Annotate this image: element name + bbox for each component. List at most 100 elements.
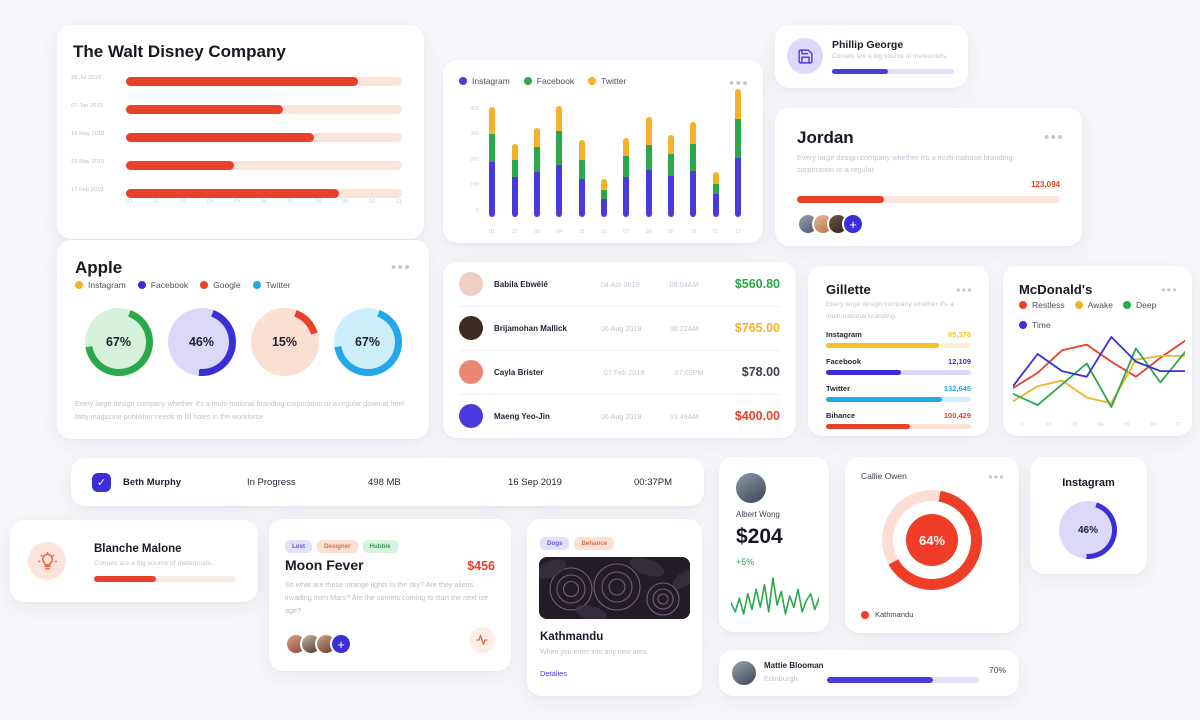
beth-status: In Progress xyxy=(247,476,296,488)
legend-label: Facebook xyxy=(150,280,189,290)
callie-title: Callie Owen xyxy=(861,471,907,481)
axis-tick: 05 xyxy=(1123,422,1130,428)
table-row[interactable]: Maeng Yeo-Jin 06 Aug 2019 03:49AM $400.0… xyxy=(443,394,796,438)
bar-segment xyxy=(489,162,496,217)
axis-tick: 09 xyxy=(341,199,349,205)
bar-column xyxy=(667,135,674,217)
metric-value: 65,376 xyxy=(948,330,971,339)
disney-bar-fill xyxy=(126,77,358,86)
legend-label: Twitter xyxy=(601,76,627,86)
tag[interactable]: Designer xyxy=(317,540,358,553)
jordan-progress-bar xyxy=(797,196,1060,203)
bar-segment xyxy=(690,171,697,217)
bar-chart-legend: Instagram Facebook Twitter xyxy=(459,76,626,86)
bar-column xyxy=(690,122,697,217)
transaction-name: Babila Ebwélé xyxy=(494,279,548,289)
axis-tick: 400 xyxy=(470,105,479,112)
table-row[interactable]: Brijamohan Mallick 06 Aug 2019 08:22AM $… xyxy=(443,306,796,350)
disney-bar-label: 16 May 2019 xyxy=(71,131,105,137)
activity-icon[interactable] xyxy=(469,627,495,653)
tag[interactable]: Lost xyxy=(285,540,313,553)
transaction-amount: $400.00 xyxy=(734,409,780,423)
transaction-time: 09:04AM xyxy=(669,279,699,289)
kathmandu-image xyxy=(539,557,690,619)
row-beth-murphy[interactable]: ✓ Beth Murphy In Progress 498 MB 16 Sep … xyxy=(71,458,704,506)
axis-tick: 200 xyxy=(470,156,479,163)
axis-tick: 09 xyxy=(667,229,674,235)
blanche-progress-bar xyxy=(94,576,236,582)
transaction-amount: $765.00 xyxy=(734,321,780,335)
checkbox-beth-murphy[interactable]: ✓ xyxy=(92,472,111,492)
bar-column xyxy=(712,172,719,217)
bar-segment xyxy=(533,127,540,147)
gillette-desc: Every large design company whether it's … xyxy=(826,301,954,320)
jordan-value: 123,094 xyxy=(1031,180,1060,189)
more-options-icon[interactable]: ••• xyxy=(391,260,411,275)
bar-segment xyxy=(600,190,607,200)
table-row[interactable]: Babila Ebwélé 04 Apr 2019 09:04AM $560.8… xyxy=(443,262,796,306)
axis-tick: 05 xyxy=(578,229,585,235)
bar-chart-x-axis: 01 02 03 04 05 06 07 08 09 10 11 12 xyxy=(481,229,749,235)
bar-column xyxy=(511,144,518,217)
tag[interactable]: Behance xyxy=(574,537,615,550)
card-walt-disney: The Walt Disney Company 28 Jul 2019 07 J… xyxy=(57,25,424,239)
axis-tick: 02 xyxy=(511,229,518,235)
bar-segment xyxy=(600,199,607,217)
avatar xyxy=(459,404,483,428)
legend-label: Time xyxy=(1032,320,1051,330)
more-options-icon[interactable]: ••• xyxy=(988,471,1005,483)
axis-tick: 0 xyxy=(476,208,479,214)
more-options-icon[interactable]: ••• xyxy=(956,284,973,296)
callie-legend: Kathmandu xyxy=(861,610,913,619)
kathmandu-details-link[interactable]: Detalies xyxy=(540,669,567,678)
line-series xyxy=(1013,336,1185,388)
apple-legend: Instagram Facebook Google Twitter xyxy=(75,280,291,290)
avatar xyxy=(459,360,483,384)
moon-title: Moon Fever xyxy=(285,557,364,573)
add-member-button[interactable]: + xyxy=(330,633,352,655)
bar-column xyxy=(734,89,741,217)
bar-segment xyxy=(712,172,719,184)
phillip-progress-fill xyxy=(832,69,889,74)
card-blanche-malone[interactable]: Blanche Malone Comets are a big source o… xyxy=(10,520,258,602)
avatar xyxy=(459,272,483,296)
tag[interactable]: Hubble xyxy=(362,540,398,553)
avatar[interactable] xyxy=(736,473,766,503)
legend-dot xyxy=(861,610,869,619)
bar-segment xyxy=(623,177,630,217)
tag[interactable]: Dogs xyxy=(540,537,570,550)
row-mattie-blooman[interactable]: Mattie Blooman Edinburgh 70% xyxy=(719,650,1019,696)
card-transactions: Babila Ebwélé 04 Apr 2019 09:04AM $560.8… xyxy=(443,262,796,438)
bar-segment xyxy=(734,89,741,119)
metric-fill xyxy=(826,370,902,375)
transaction-amount: $560.80 xyxy=(734,277,780,291)
card-gillette: Gillette ••• Every large design company … xyxy=(808,266,989,436)
gillette-metric: Bihance 100,429 xyxy=(826,411,971,429)
beth-time: 00:37PM xyxy=(634,476,673,488)
card-phillip-george[interactable]: Phillip George Comets are a big source o… xyxy=(775,25,968,88)
bar-segment xyxy=(645,145,652,170)
transaction-date: 07 Feb 2019 xyxy=(603,367,645,377)
save-icon xyxy=(787,38,823,74)
transaction-name: Cayla Brister xyxy=(494,367,544,377)
more-options-icon[interactable]: ••• xyxy=(1161,284,1178,296)
disney-bar-row: 23 May 2019 xyxy=(71,159,402,170)
metric-value: 132,645 xyxy=(943,384,971,393)
bar-segment xyxy=(533,172,540,217)
phillip-progress-bar xyxy=(832,69,954,74)
phillip-name: Phillip George xyxy=(832,39,904,51)
table-row[interactable]: Cayla Brister 07 Feb 2019 07:02PM $78.00 xyxy=(443,350,796,394)
disney-bar-row: 07 Jan 2019 xyxy=(71,103,402,114)
more-options-icon[interactable]: ••• xyxy=(1044,130,1064,145)
kathmandu-title: Kathmandu xyxy=(540,631,604,643)
page-title: The Walt Disney Company xyxy=(73,42,286,61)
legend-dot xyxy=(588,77,597,85)
disney-bar-fill xyxy=(126,133,314,142)
legend-dot xyxy=(137,281,146,289)
axis-tick: 06 xyxy=(1149,422,1156,428)
axis-tick: 03 xyxy=(1071,422,1078,428)
avatar[interactable] xyxy=(732,661,756,685)
apple-donut-value: 67% xyxy=(91,315,146,369)
beth-size: 498 MB xyxy=(368,476,401,488)
add-member-button[interactable]: + xyxy=(842,213,864,235)
